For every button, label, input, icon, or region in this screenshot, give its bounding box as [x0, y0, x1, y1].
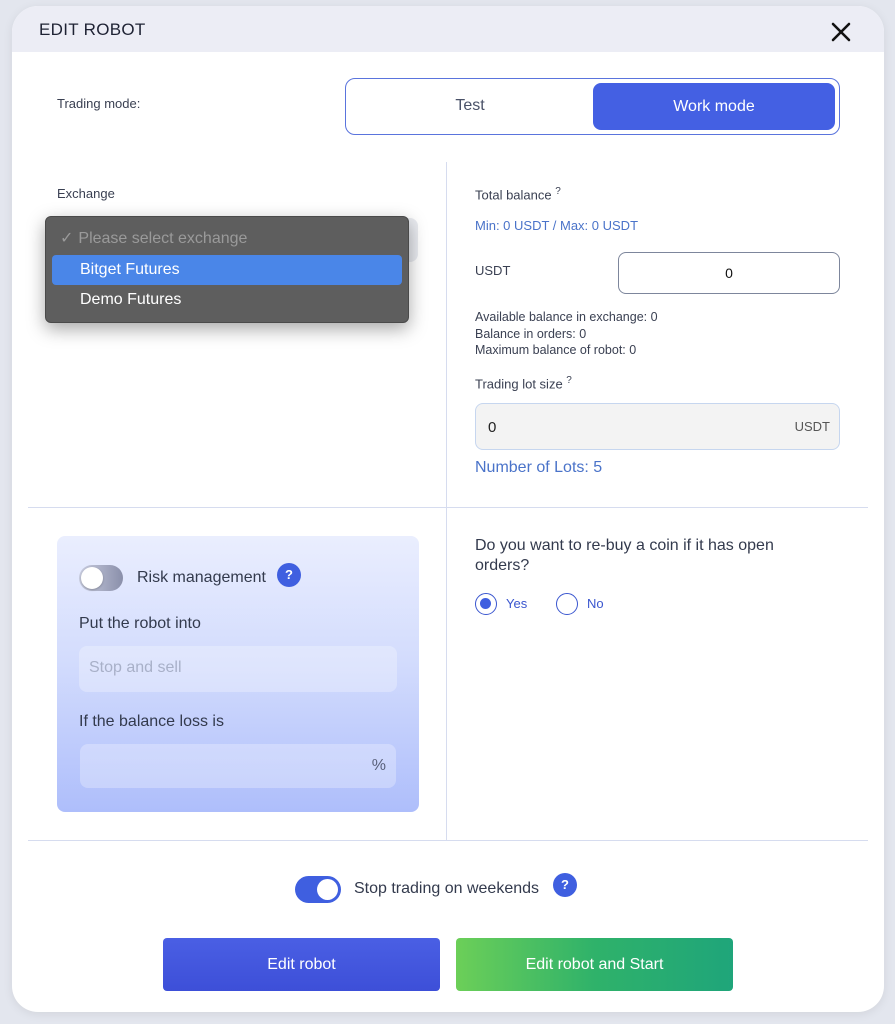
mode-work-option[interactable]: Work mode: [593, 83, 835, 130]
balance-min-max: Min: 0 USDT / Max: 0 USDT: [475, 218, 639, 233]
rebuy-yes-label[interactable]: Yes: [506, 596, 527, 611]
edit-robot-modal: EDIT ROBOT Trading mode: Test Work mode …: [12, 6, 884, 1012]
toggle-knob: [81, 567, 103, 589]
rebuy-yes-radio[interactable]: [475, 593, 497, 615]
balance-input[interactable]: 0: [618, 252, 840, 294]
dropdown-item-bitget[interactable]: Bitget Futures: [52, 255, 402, 285]
dropdown-placeholder-item[interactable]: ✓ Please select exchange: [52, 224, 402, 254]
risk-help-icon[interactable]: ?: [277, 563, 301, 587]
balance-loss-input[interactable]: %: [80, 744, 396, 788]
total-balance-help-icon[interactable]: ?: [555, 186, 561, 197]
weekends-help-icon[interactable]: ?: [553, 873, 577, 897]
trading-mode-toggle: Test Work mode: [345, 78, 840, 135]
lot-size-help-icon[interactable]: ?: [566, 375, 572, 386]
risk-management-card: Risk management ? Put the robot into Sto…: [57, 536, 419, 812]
toggle-knob: [317, 879, 338, 900]
risk-management-label: Risk management: [137, 569, 266, 586]
checkmark-icon: ✓: [60, 230, 74, 247]
rebuy-question: Do you want to re-buy a coin if it has o…: [475, 537, 774, 574]
rebuy-no-radio[interactable]: [556, 593, 578, 615]
trading-mode-label: Trading mode:: [57, 96, 141, 111]
vertical-divider: [446, 162, 447, 840]
put-robot-select[interactable]: Stop and sell: [79, 646, 397, 692]
balance-details: Available balance in exchange: 0 Balance…: [475, 309, 658, 359]
horizontal-divider: [28, 507, 868, 508]
put-robot-label: Put the robot into: [79, 615, 201, 632]
modal-header: EDIT ROBOT: [12, 6, 884, 52]
balance-in-orders: Balance in orders: 0: [475, 326, 587, 341]
stop-weekends-toggle[interactable]: [295, 876, 341, 903]
maximum-balance: Maximum balance of robot: 0: [475, 343, 637, 357]
percent-unit: %: [371, 757, 386, 774]
exchange-label: Exchange: [57, 186, 115, 201]
edit-robot-button[interactable]: Edit robot: [163, 938, 440, 991]
rebuy-no-label[interactable]: No: [587, 596, 604, 611]
lot-size-value: 0: [488, 419, 497, 436]
lot-size-label: Trading lot size ?: [475, 375, 572, 392]
put-robot-placeholder: Stop and sell: [89, 659, 182, 676]
exchange-dropdown-menu: ✓ Please select exchange Bitget Futures D…: [45, 216, 409, 323]
lot-size-unit: USDT: [794, 419, 830, 434]
lot-size-input[interactable]: 0 USDT: [475, 403, 840, 450]
close-icon[interactable]: [828, 19, 854, 45]
horizontal-divider-bottom: [28, 840, 868, 841]
number-of-lots: Number of Lots: 5: [475, 459, 603, 476]
risk-management-toggle[interactable]: [79, 565, 123, 591]
usdt-label: USDT: [475, 263, 511, 278]
balance-loss-label: If the balance loss is: [79, 713, 224, 730]
available-balance: Available balance in exchange: 0: [475, 310, 658, 324]
total-balance-label: Total balance ?: [475, 186, 561, 203]
stop-weekends-label: Stop trading on weekends: [354, 880, 540, 897]
mode-test-option[interactable]: Test: [346, 79, 594, 133]
dropdown-item-demo[interactable]: Demo Futures: [52, 285, 402, 315]
modal-title: EDIT ROBOT: [39, 20, 146, 39]
edit-robot-start-button[interactable]: Edit robot and Start: [456, 938, 733, 991]
